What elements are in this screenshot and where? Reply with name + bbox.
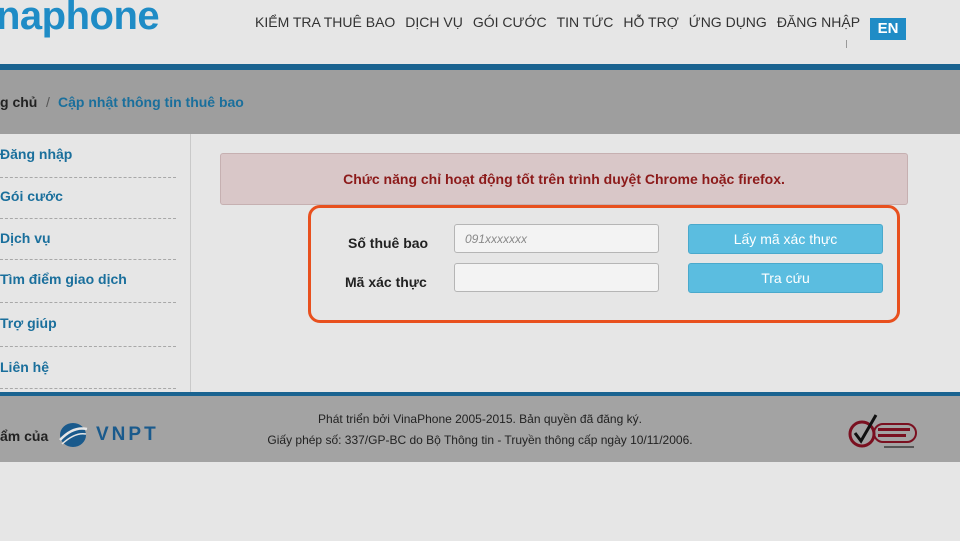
sidebar-item-tim-diem-giao-dich[interactable]: Tìm điểm giao dịch [0, 271, 176, 287]
sidebar-divider [0, 259, 176, 260]
nav-dich-vu[interactable]: DỊCH VỤ [405, 14, 463, 30]
sidebar-divider [0, 302, 176, 303]
nav-ho-tro[interactable]: HỖ TRỢ [623, 14, 678, 30]
get-verification-code-button[interactable]: Lấy mã xác thực [688, 224, 883, 254]
verisign-trusted-icon[interactable] [846, 412, 920, 454]
nav-divider [846, 40, 847, 48]
lookup-form: Số thuê bao Lấy mã xác thực Mã xác thực … [308, 205, 900, 323]
verification-code-input[interactable] [454, 263, 659, 292]
breadcrumb-current[interactable]: Cập nhật thông tin thuê bao [58, 94, 244, 110]
footer-copyright: Phát triển bởi VinaPhone 2005-2015. Bản … [0, 412, 960, 426]
subscriber-label: Số thuê bao [348, 235, 429, 251]
language-en-button[interactable]: EN [870, 18, 906, 40]
nav-tin-tuc[interactable]: TIN TỨC [557, 14, 614, 30]
browser-warning-alert: Chức năng chỉ hoạt động tốt trên trình d… [220, 153, 908, 205]
subscriber-number-input[interactable] [454, 224, 659, 253]
breadcrumb-home[interactable]: g chủ [0, 94, 37, 110]
sidebar-item-dich-vu[interactable]: Dịch vụ [0, 230, 176, 246]
breadcrumb-separator: / [46, 94, 50, 110]
footer-license-text: Giấy phép số: 337/GP-BC do Bộ Thông tin … [267, 433, 693, 447]
sidebar-item-lien-he[interactable]: Liên hệ [0, 359, 176, 375]
sidebar-divider [0, 218, 176, 219]
sidebar-item-dang-nhap[interactable]: Đăng nhập [0, 146, 176, 162]
site-footer: ẩm của VNPT Phát triển bởi VinaPhone 200… [0, 396, 960, 462]
sidebar-divider [0, 177, 176, 178]
nav-dang-nhap[interactable]: ĐĂNG NHẬP [777, 14, 860, 30]
breadcrumb: g chủ / Cập nhật thông tin thuê bao [0, 70, 960, 134]
sidebar-divider [0, 346, 176, 347]
sidebar-item-goi-cuoc[interactable]: Gói cước [0, 188, 176, 204]
sidebar-item-tro-giup[interactable]: Trợ giúp [0, 315, 176, 331]
footer-copyright-text: Phát triển bởi VinaPhone 2005-2015. Bản … [318, 412, 642, 426]
site-header: naphone KIỂM TRA THUÊ BAO DỊCH VỤ GÓI CƯ… [0, 0, 960, 64]
nav-goi-cuoc[interactable]: GÓI CƯỚC [473, 14, 547, 30]
nav-ung-dung[interactable]: ỨNG DỤNG [689, 14, 767, 30]
sidebar: Đăng nhập Gói cước Dịch vụ Tìm điểm giao… [0, 134, 191, 392]
sidebar-divider [0, 388, 176, 389]
page-background [0, 462, 960, 541]
lookup-button[interactable]: Tra cứu [688, 263, 883, 293]
footer-license: Giấy phép số: 337/GP-BC do Bộ Thông tin … [0, 433, 960, 447]
main-nav: KIỂM TRA THUÊ BAO DỊCH VỤ GÓI CƯỚC TIN T… [255, 14, 860, 30]
vinaphone-logo[interactable]: naphone [0, 0, 160, 39]
nav-kiem-tra-thue-bao[interactable]: KIỂM TRA THUÊ BAO [255, 14, 395, 30]
verification-code-label: Mã xác thực [345, 274, 427, 290]
